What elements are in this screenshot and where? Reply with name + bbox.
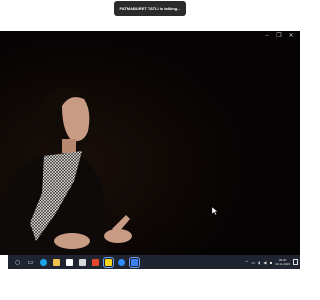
- battery-icon[interactable]: ▭: [252, 260, 256, 265]
- restore-icon[interactable]: ❐: [276, 33, 282, 39]
- office-icon[interactable]: [92, 258, 99, 266]
- clock-date: 30.11.2020: [275, 262, 290, 266]
- taskbar: ○ ▭ ^ ▭ ◖ ◀ ▪ 09:00 30.11.2020: [0, 255, 300, 269]
- network-icon[interactable]: ◖: [258, 260, 260, 265]
- sticky-notes-icon[interactable]: [103, 256, 114, 268]
- system-tray: ^ ▭ ◖ ◀ ▪ 09:00 30.11.2020: [245, 258, 300, 266]
- bottom-band: [0, 269, 300, 300]
- video-feed: [0, 31, 300, 255]
- start-button[interactable]: [0, 255, 8, 269]
- task-view-icon[interactable]: ▭: [27, 259, 34, 266]
- close-icon[interactable]: ✕: [288, 33, 294, 39]
- volume-icon[interactable]: ◀: [263, 260, 266, 265]
- edge-icon[interactable]: [40, 258, 47, 266]
- meeting-app-icon[interactable]: [129, 256, 140, 268]
- notification-icon[interactable]: [293, 259, 298, 265]
- speaker-indicator: FATMABURET TATLI is talking...: [114, 1, 186, 16]
- store-icon[interactable]: [79, 258, 86, 266]
- mail-icon[interactable]: [66, 258, 73, 266]
- file-explorer-icon[interactable]: [53, 258, 60, 266]
- minimize-icon[interactable]: –: [264, 33, 270, 39]
- top-band: FATMABURET TATLI is talking...: [0, 0, 300, 31]
- zoom-icon[interactable]: [118, 258, 125, 266]
- window-controls: – ❐ ✕: [264, 33, 294, 39]
- search-icon[interactable]: ○: [14, 259, 21, 266]
- clock[interactable]: 09:00 30.11.2020: [275, 258, 290, 266]
- mouse-cursor-icon: [212, 207, 218, 215]
- language-icon[interactable]: ▪: [269, 260, 272, 265]
- meeting-window: – ❐ ✕: [0, 31, 300, 255]
- chevron-up-icon[interactable]: ^: [245, 260, 248, 265]
